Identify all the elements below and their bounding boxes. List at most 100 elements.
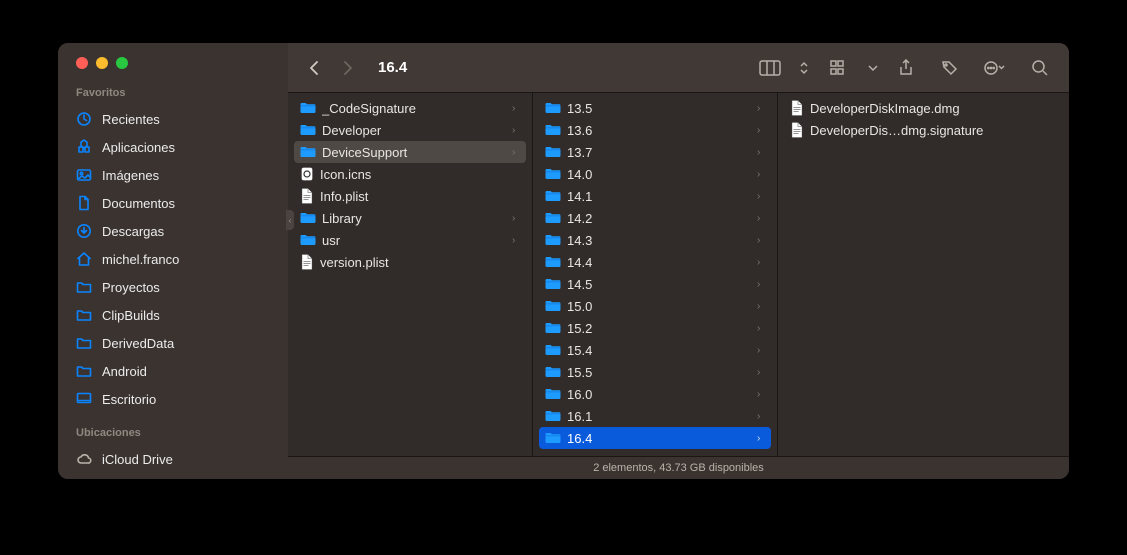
column-view: _CodeSignature›Developer›DeviceSupport›I… [288, 93, 1069, 456]
view-columns-button[interactable] [753, 54, 787, 82]
chevron-right-icon: › [757, 433, 765, 444]
sidebar-item-proyectos[interactable]: Proyectos [58, 273, 288, 301]
sidebar-section-label: Ubicaciones [58, 425, 288, 445]
cloud-icon [76, 451, 92, 467]
file-row[interactable]: 15.4› [539, 339, 771, 361]
file-row[interactable]: 13.5› [539, 97, 771, 119]
file-label: Library [322, 211, 506, 226]
file-label: DeviceSupport [322, 145, 506, 160]
file-row[interactable]: DeveloperDiskImage.dmg [784, 97, 1063, 119]
status-text: 2 elementos, 43.73 GB disponibles [593, 462, 764, 474]
file-row[interactable]: 14.1› [539, 185, 771, 207]
column-1: 13.5›13.6›13.7›14.0›14.1›14.2›14.3›14.4›… [533, 93, 778, 456]
sidebar-item-im-genes[interactable]: Imágenes [58, 161, 288, 189]
file-row[interactable]: 14.5› [539, 273, 771, 295]
sidebar-item-label: Documentos [102, 196, 175, 211]
chevron-right-icon: › [757, 323, 765, 334]
nav-back-button[interactable] [300, 55, 328, 81]
file-row[interactable]: 14.2› [539, 207, 771, 229]
file-row[interactable]: 14.3› [539, 229, 771, 251]
file-label: 13.5 [567, 101, 751, 116]
sidebar-section-label: Favoritos [58, 85, 288, 105]
file-row[interactable]: Icon.icns [294, 163, 526, 185]
folder-icon [545, 124, 561, 136]
view-options-menu[interactable] [797, 54, 811, 82]
file-row[interactable]: 15.5› [539, 361, 771, 383]
sidebar-item-michel-franco[interactable]: michel.franco [58, 245, 288, 273]
group-by-button[interactable] [823, 54, 857, 82]
sidebar-item-aplicaciones[interactable]: Aplicaciones [58, 133, 288, 161]
folder-icon [300, 146, 316, 158]
file-row[interactable]: Info.plist [294, 185, 526, 207]
file-row[interactable]: 13.6› [539, 119, 771, 141]
file-row[interactable]: 16.4 › [539, 427, 771, 449]
sidebar: Favoritos Recientes AplicacionesImágenes Do… [58, 43, 288, 479]
file-row[interactable]: version.plist [294, 251, 526, 273]
folder-icon [545, 410, 561, 422]
minimize-window-button[interactable] [96, 57, 108, 69]
file-label: 14.4 [567, 255, 751, 270]
main-area: 16.4 [288, 43, 1069, 479]
desktop-icon [76, 391, 92, 407]
sidebar-item-escritorio[interactable]: Escritorio [58, 385, 288, 413]
file-row[interactable]: Developer› [294, 119, 526, 141]
folder-icon [545, 212, 561, 224]
zoom-window-button[interactable] [116, 57, 128, 69]
file-row[interactable]: DeviceSupport › [294, 141, 526, 163]
file-row[interactable]: usr› [294, 229, 526, 251]
chevron-right-icon: › [757, 213, 765, 224]
folder-icon [545, 190, 561, 202]
file-row[interactable]: 14.0› [539, 163, 771, 185]
file-row[interactable]: 15.0› [539, 295, 771, 317]
folder-icon [545, 168, 561, 180]
sidebar-item-android[interactable]: Android [58, 357, 288, 385]
tags-button[interactable] [933, 54, 967, 82]
file-label: Developer [322, 123, 506, 138]
search-button[interactable] [1023, 54, 1057, 82]
folder-icon [545, 278, 561, 290]
action-menu-button[interactable] [977, 54, 1011, 82]
folder-icon [545, 256, 561, 268]
download-icon [76, 223, 92, 239]
chevron-right-icon: › [757, 301, 765, 312]
file-label: 16.1 [567, 409, 751, 424]
close-window-button[interactable] [76, 57, 88, 69]
file-icon [300, 254, 314, 270]
file-row[interactable]: DeveloperDis…dmg.signature [784, 119, 1063, 141]
nav-forward-button[interactable] [334, 55, 362, 81]
file-row[interactable]: 16.1› [539, 405, 771, 427]
file-row[interactable]: 16.0 › [539, 383, 771, 405]
file-label: 14.1 [567, 189, 751, 204]
sidebar-item-documentos[interactable]: Documentos [58, 189, 288, 217]
file-row[interactable]: 14.4› [539, 251, 771, 273]
file-label: 16.0 [567, 387, 751, 402]
file-label: 16.4 [567, 431, 751, 446]
sidebar-item-label: DerivedData [102, 336, 174, 351]
file-label: 14.0 [567, 167, 751, 182]
chevron-right-icon: › [512, 103, 520, 114]
sidebar-item-recientes[interactable]: Recientes [58, 105, 288, 133]
folder-icon [76, 307, 92, 323]
share-button[interactable] [889, 54, 923, 82]
folder-icon [545, 102, 561, 114]
folder-icon [300, 212, 316, 224]
file-label: 15.4 [567, 343, 751, 358]
file-row[interactable]: Library› [294, 207, 526, 229]
chevron-right-icon: › [512, 147, 520, 158]
sidebar-item-label: Recientes [102, 112, 160, 127]
file-label: 14.5 [567, 277, 751, 292]
group-by-menu[interactable] [867, 54, 879, 82]
sidebar-item-descargas[interactable]: Descargas [58, 217, 288, 245]
chevron-right-icon: › [757, 389, 765, 400]
sidebar-item-icloud-drive[interactable]: iCloud Drive [58, 445, 288, 473]
file-row[interactable]: 13.7› [539, 141, 771, 163]
sidebar-item-label: ClipBuilds [102, 308, 160, 323]
sidebar-item-label: Escritorio [102, 392, 156, 407]
finder-window: Favoritos Recientes AplicacionesImágenes Do… [58, 43, 1069, 479]
folder-icon [545, 146, 561, 158]
sidebar-item-deriveddata[interactable]: DerivedData [58, 329, 288, 357]
sidebar-item-clipbuilds[interactable]: ClipBuilds [58, 301, 288, 329]
file-row[interactable]: 15.2› [539, 317, 771, 339]
column-0: _CodeSignature›Developer›DeviceSupport›I… [288, 93, 533, 456]
file-row[interactable]: _CodeSignature› [294, 97, 526, 119]
